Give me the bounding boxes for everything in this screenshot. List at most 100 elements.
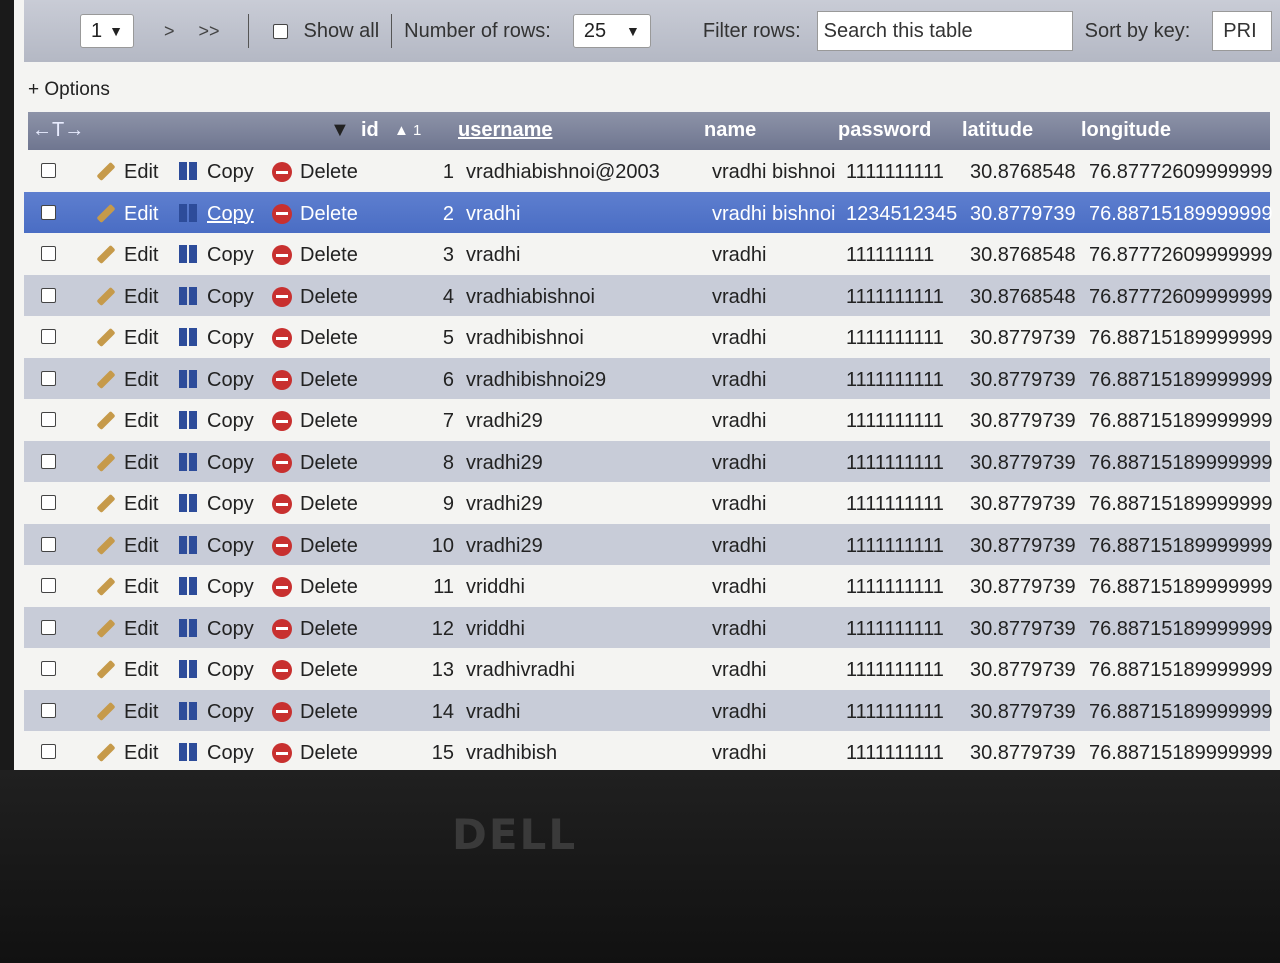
copy-button[interactable]: Copy — [179, 576, 254, 599]
copy-button[interactable]: Copy — [179, 659, 254, 682]
table-row[interactable]: Edit Copy Delete 8 vradhi29 vradhi 1111111111 3… — [24, 440, 1273, 482]
row-checkbox[interactable] — [41, 702, 56, 718]
row-checkbox[interactable] — [41, 495, 56, 510]
edit-button[interactable]: Edit — [96, 701, 158, 724]
copy-button[interactable]: Copy — [179, 286, 254, 309]
delete-button[interactable]: Delete — [272, 659, 358, 682]
row-checkbox[interactable] — [41, 453, 56, 469]
edit-button[interactable]: Edit — [96, 203, 158, 226]
edit-button[interactable]: Edit — [96, 576, 158, 599]
row-checkbox[interactable] — [41, 661, 56, 676]
table-row[interactable]: Edit Copy Delete 9 vradhi29 vradhi 1111111111 3… — [24, 482, 1273, 524]
edit-button[interactable]: Edit — [96, 369, 158, 392]
edit-button[interactable]: Edit — [96, 452, 158, 475]
show-all-checkbox[interactable] — [272, 23, 288, 39]
column-header-id[interactable]: id — [361, 119, 379, 142]
column-header-name[interactable]: name — [704, 119, 756, 142]
column-resize-arrows[interactable]: ←T→ — [32, 119, 84, 142]
table-row[interactable]: Edit Copy Delete 10 vradhi29 vradhi 1111111111… — [24, 523, 1273, 565]
row-checkbox[interactable] — [41, 619, 56, 635]
search-input[interactable]: Search this table — [816, 11, 1073, 51]
copy-button[interactable]: Copy — [179, 535, 254, 558]
edit-button[interactable]: Edit — [96, 535, 158, 558]
column-header-password[interactable]: password — [838, 119, 931, 142]
page-select[interactable]: 1 ▼ — [80, 14, 134, 48]
sort-by-key-label: Sort by key: — [1084, 19, 1191, 42]
copy-button[interactable]: Copy — [179, 369, 254, 392]
copy-button[interactable]: Copy — [179, 327, 254, 350]
row-checkbox[interactable] — [41, 744, 56, 759]
copy-button[interactable]: Copy — [179, 452, 254, 475]
delete-button[interactable]: Delete — [272, 286, 358, 309]
edit-button[interactable]: Edit — [96, 659, 158, 682]
table-row[interactable]: Edit Copy Delete 5 vradhibishnoi vradhi 111111… — [24, 316, 1273, 358]
edit-button[interactable]: Edit — [96, 286, 158, 309]
row-checkbox[interactable] — [41, 204, 56, 220]
table-row[interactable]: Edit Copy Delete 6 vradhibishnoi29 vradhi 1111… — [24, 357, 1273, 399]
table-row[interactable]: Edit Copy Delete 3 vradhi vradhi 111111111 30.8… — [24, 233, 1273, 275]
delete-icon — [272, 701, 292, 722]
pencil-icon — [96, 410, 116, 431]
cell-username: vradhibishnoi29 — [466, 368, 607, 391]
table-row[interactable]: Edit Copy Delete 4 vradhiabishnoi vradhi 11111… — [24, 274, 1273, 316]
table-row[interactable]: Edit Copy Delete 2 vradhi vradhi bishnoi 12345… — [24, 191, 1273, 233]
next-page-button[interactable]: > — [164, 21, 175, 42]
copy-button[interactable]: Copy — [179, 244, 254, 267]
copy-button[interactable]: Copy — [179, 203, 254, 226]
edit-button[interactable]: Edit — [96, 618, 158, 641]
column-menu-icon[interactable]: ▼ — [330, 119, 350, 142]
delete-button[interactable]: Delete — [272, 327, 358, 350]
copy-button[interactable]: Copy — [179, 701, 254, 724]
row-checkbox[interactable] — [41, 370, 56, 386]
delete-button[interactable]: Delete — [272, 742, 358, 765]
sort-key-select[interactable]: PRI — [1212, 11, 1273, 51]
delete-button[interactable]: Delete — [272, 493, 358, 516]
table-row[interactable]: Edit Copy Delete 15 vradhibish vradhi 11111111… — [24, 731, 1273, 770]
delete-button[interactable]: Delete — [272, 203, 358, 226]
delete-button[interactable]: Delete — [272, 701, 358, 724]
edit-button[interactable]: Edit — [96, 327, 158, 350]
delete-button[interactable]: Delete — [272, 618, 358, 641]
column-header-latitude[interactable]: latitude — [962, 119, 1033, 142]
delete-button[interactable]: Delete — [272, 576, 358, 599]
copy-button[interactable]: Copy — [179, 410, 254, 433]
delete-button[interactable]: Delete — [272, 161, 358, 184]
cell-latitude: 30.8779739 — [970, 451, 1076, 474]
row-checkbox[interactable] — [41, 536, 56, 552]
row-checkbox[interactable] — [41, 578, 56, 593]
column-header-longitude[interactable]: longitude — [1081, 119, 1171, 142]
edit-button[interactable]: Edit — [96, 161, 158, 184]
delete-button[interactable]: Delete — [272, 535, 358, 558]
delete-button[interactable]: Delete — [272, 244, 358, 267]
options-toggle[interactable]: + Options — [28, 79, 110, 101]
row-checkbox[interactable] — [41, 287, 56, 303]
copy-button[interactable]: Copy — [179, 618, 254, 641]
edit-button[interactable]: Edit — [96, 742, 158, 765]
row-checkbox[interactable] — [41, 412, 56, 427]
table-row[interactable]: Edit Copy Delete 13 vradhivradhi vradhi 111111… — [24, 648, 1273, 690]
row-checkbox[interactable] — [41, 329, 56, 344]
table-row[interactable]: Edit Copy Delete 12 vriddhi vradhi 1111111111 3… — [24, 606, 1273, 648]
copy-icon — [179, 535, 197, 554]
table-row[interactable]: Edit Copy Delete 7 vradhi29 vradhi 1111111111 3… — [24, 399, 1273, 441]
delete-icon — [272, 494, 292, 514]
row-checkbox[interactable] — [41, 246, 56, 261]
edit-button[interactable]: Edit — [96, 493, 158, 516]
copy-button[interactable]: Copy — [179, 493, 254, 516]
edit-button[interactable]: Edit — [96, 410, 158, 433]
table-row[interactable]: Edit Copy Delete 11 vriddhi vradhi 1111111111 3… — [24, 565, 1273, 607]
delete-button[interactable]: Delete — [272, 410, 358, 433]
copy-button[interactable]: Copy — [179, 161, 254, 184]
edit-button[interactable]: Edit — [96, 244, 158, 267]
copy-button[interactable]: Copy — [179, 742, 254, 765]
table-row[interactable]: Edit Copy Delete 14 vradhi vradhi 1111111111 30… — [24, 689, 1273, 731]
last-page-button[interactable]: >> — [199, 21, 220, 42]
cell-password: 1111111111 — [846, 617, 944, 640]
pencil-icon — [96, 327, 116, 348]
delete-button[interactable]: Delete — [272, 369, 358, 392]
delete-button[interactable]: Delete — [272, 452, 358, 475]
rows-count-select[interactable]: 25 ▼ — [572, 14, 651, 48]
row-checkbox[interactable] — [41, 163, 56, 178]
column-header-username[interactable]: username — [458, 119, 553, 142]
table-row[interactable]: Edit Copy Delete 1 vradhiabishnoi@2003 vradhi… — [24, 150, 1273, 192]
